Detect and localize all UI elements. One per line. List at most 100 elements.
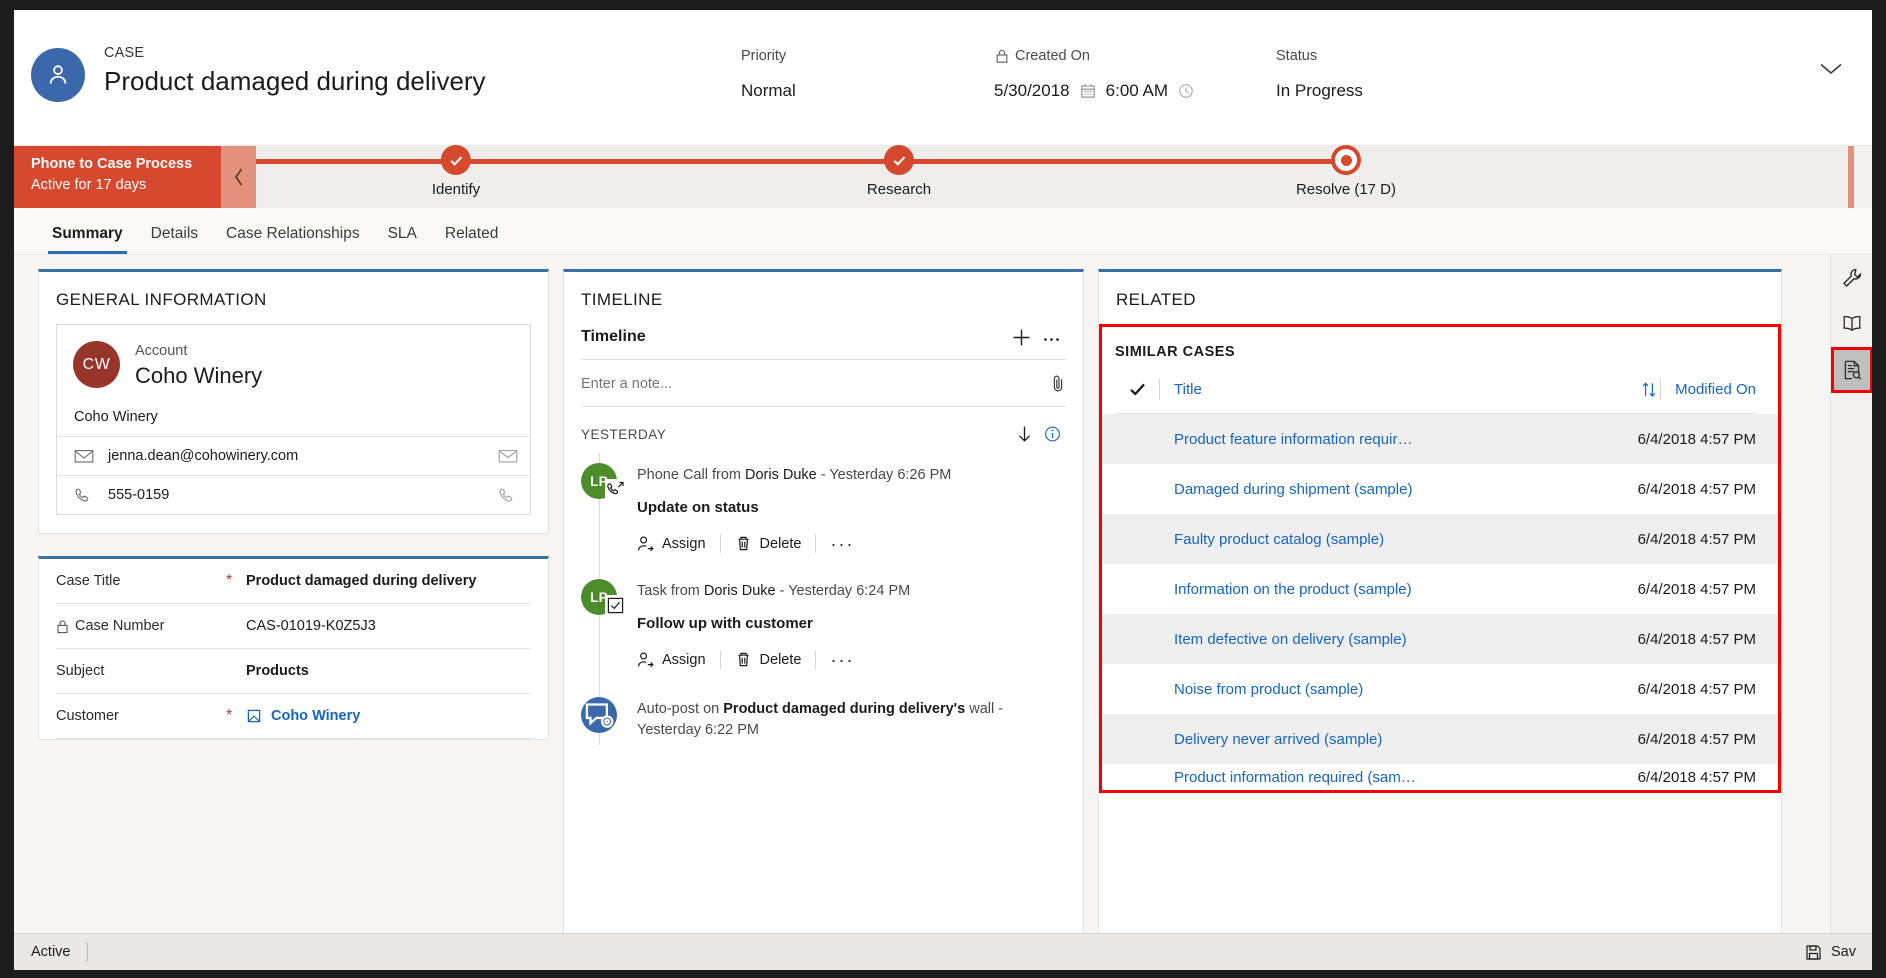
field-case-title[interactable]: Case Title * Product damaged during deli… bbox=[56, 559, 531, 604]
process-name-block[interactable]: Phone to Case Process Active for 17 days bbox=[14, 146, 221, 208]
paperclip-icon[interactable] bbox=[1050, 374, 1066, 393]
required-marker: * bbox=[226, 707, 233, 724]
field-subject-label: Subject bbox=[56, 663, 105, 679]
wrench-icon[interactable] bbox=[1831, 255, 1872, 301]
header-field-status[interactable]: Status In Progress bbox=[1276, 46, 1363, 103]
checkmark-icon[interactable] bbox=[1115, 380, 1159, 399]
document-search-icon[interactable] bbox=[1831, 347, 1872, 393]
info-icon[interactable] bbox=[1038, 423, 1066, 445]
table-row[interactable]: Damaged during shipment (sample) 6/4/201… bbox=[1102, 464, 1778, 514]
ellipsis-icon[interactable]: ··· bbox=[830, 535, 854, 553]
assign-person-icon bbox=[637, 535, 654, 552]
row-title[interactable]: Information on the product (sample) bbox=[1159, 581, 1638, 598]
case-avatar bbox=[31, 48, 85, 102]
row-modified-on: 6/4/2018 4:57 PM bbox=[1637, 630, 1756, 648]
tab-related[interactable]: Related bbox=[431, 225, 512, 254]
tab-sla[interactable]: SLA bbox=[374, 225, 431, 254]
plus-icon[interactable] bbox=[1006, 324, 1036, 350]
delete-button[interactable]: Delete bbox=[735, 651, 816, 668]
header-field-priority-label: Priority bbox=[741, 48, 787, 64]
row-title[interactable]: Item defective on delivery (sample) bbox=[1159, 631, 1638, 648]
column-header-title[interactable]: Title bbox=[1160, 381, 1638, 398]
field-customer-value-wrap[interactable]: Coho Winery bbox=[246, 708, 531, 724]
process-stage-identify[interactable]: Identify bbox=[432, 145, 480, 198]
header-field-status-value-wrap: In Progress bbox=[1276, 79, 1363, 103]
process-stage-research[interactable]: Research bbox=[867, 145, 931, 198]
clock-icon[interactable] bbox=[1178, 83, 1194, 99]
assign-button[interactable]: Assign bbox=[637, 651, 720, 668]
field-case-title-label: Case Title bbox=[56, 573, 121, 589]
process-stage-label: Identify bbox=[431, 181, 481, 198]
calendar-icon[interactable] bbox=[1080, 83, 1096, 99]
arrow-down-icon[interactable] bbox=[1010, 423, 1038, 445]
row-title[interactable]: Noise from product (sample) bbox=[1159, 681, 1638, 698]
timeline-item[interactable]: Auto-post on Product damaged during deli… bbox=[581, 673, 1066, 745]
row-modified-on: 6/4/2018 4:57 PM bbox=[1637, 430, 1756, 448]
table-row[interactable]: Item defective on delivery (sample) 6/4/… bbox=[1102, 614, 1778, 664]
table-row[interactable]: Faulty product catalog (sample) 6/4/2018… bbox=[1102, 514, 1778, 564]
timeline-item-meta: - Yesterday 6:24 PM bbox=[775, 583, 911, 599]
business-process-flow: Phone to Case Process Active for 17 days… bbox=[14, 145, 1872, 208]
account-phone-value: 555-0159 bbox=[108, 487, 170, 503]
save-icon bbox=[1805, 944, 1822, 961]
process-collapse-button[interactable] bbox=[221, 146, 256, 208]
account-name[interactable]: Coho Winery bbox=[135, 361, 262, 391]
row-title[interactable]: Product feature information requir… bbox=[1159, 431, 1638, 448]
row-modified-on: 6/4/2018 4:57 PM bbox=[1637, 730, 1756, 748]
field-subject[interactable]: Subject Products bbox=[56, 649, 531, 694]
trash-icon bbox=[735, 651, 752, 668]
process-stage-resolve[interactable]: Resolve (17 D) bbox=[1296, 145, 1396, 198]
account-phone-row[interactable]: 555-0159 bbox=[57, 476, 530, 514]
assign-button[interactable]: Assign bbox=[637, 535, 720, 552]
table-row[interactable]: Product information required (sam… 6/4/2… bbox=[1102, 764, 1778, 790]
account-summary-box: CW Account Coho Winery Coho Winery jenna… bbox=[56, 324, 531, 515]
call-icon[interactable] bbox=[498, 487, 518, 503]
account-email-row[interactable]: jenna.dean@cohowinery.com bbox=[57, 437, 530, 476]
record-header: CASE Product damaged during delivery Pri… bbox=[14, 10, 1872, 146]
header-field-priority-value-wrap: Normal bbox=[741, 79, 796, 103]
stage-current-icon bbox=[1330, 145, 1361, 175]
form-tabs: Summary Details Case Relationships SLA R… bbox=[14, 208, 1872, 255]
timeline-item-who: Product damaged during delivery's bbox=[723, 701, 966, 717]
timeline-card: TIMELINE Timeline Enter a note... YESTER… bbox=[563, 269, 1084, 969]
tab-summary[interactable]: Summary bbox=[38, 225, 137, 254]
header-field-created-on-date: 5/30/2018 bbox=[994, 81, 1070, 100]
similar-cases-table-header: Title Modified On bbox=[1115, 378, 1756, 414]
row-title[interactable]: Delivery never arrived (sample) bbox=[1159, 731, 1638, 748]
timeline-note-input-row[interactable]: Enter a note... bbox=[581, 360, 1066, 407]
send-mail-icon[interactable] bbox=[498, 448, 518, 464]
row-title[interactable]: Product information required (sam… bbox=[1159, 769, 1638, 786]
tab-details[interactable]: Details bbox=[137, 225, 212, 254]
table-row[interactable]: Product feature information requir… 6/4/… bbox=[1102, 414, 1778, 464]
table-row[interactable]: Noise from product (sample) 6/4/2018 4:5… bbox=[1102, 664, 1778, 714]
column-general-information: GENERAL INFORMATION CW Account Coho Wine… bbox=[14, 269, 549, 969]
assign-label: Assign bbox=[662, 651, 706, 668]
header-field-created-on[interactable]: Created On 5/30/2018 6:00 AM bbox=[994, 46, 1194, 103]
row-title[interactable]: Damaged during shipment (sample) bbox=[1159, 481, 1638, 498]
save-button[interactable]: Sav bbox=[1805, 944, 1856, 961]
header-field-priority[interactable]: Priority Normal bbox=[741, 46, 796, 103]
row-modified-on: 6/4/2018 4:57 PM bbox=[1637, 768, 1756, 786]
timeline-item-header: Task from Doris Duke - Yesterday 6:24 PM bbox=[637, 581, 1066, 602]
timeline-item[interactable]: LP Task from Doris Duke - Yesterday 6:24… bbox=[581, 557, 1066, 673]
field-customer[interactable]: Customer * Coho Winery bbox=[56, 694, 531, 739]
sort-icon[interactable] bbox=[1638, 380, 1660, 398]
table-row[interactable]: Delivery never arrived (sample) 6/4/2018… bbox=[1102, 714, 1778, 764]
divider bbox=[815, 650, 817, 669]
timeline-item[interactable]: LP Phone Call from Doris Duke - Yesterda… bbox=[581, 453, 1066, 557]
row-title[interactable]: Faulty product catalog (sample) bbox=[1159, 531, 1638, 548]
column-header-modified-on[interactable]: Modified On bbox=[1661, 381, 1756, 398]
chevron-down-icon[interactable] bbox=[1818, 56, 1844, 82]
trash-icon bbox=[735, 535, 752, 552]
status-badge: Active bbox=[31, 944, 71, 960]
delete-button[interactable]: Delete bbox=[735, 535, 816, 552]
account-lookup-icon bbox=[246, 708, 262, 724]
stage-complete-icon bbox=[883, 145, 914, 175]
table-row[interactable]: Information on the product (sample) 6/4/… bbox=[1102, 564, 1778, 614]
ellipsis-icon[interactable]: ··· bbox=[830, 651, 854, 669]
ellipsis-icon[interactable] bbox=[1036, 324, 1066, 350]
row-modified-on: 6/4/2018 4:57 PM bbox=[1637, 480, 1756, 498]
note-placeholder-text: Enter a note... bbox=[581, 375, 673, 392]
book-icon[interactable] bbox=[1831, 301, 1872, 347]
tab-case-relationships[interactable]: Case Relationships bbox=[212, 225, 374, 254]
